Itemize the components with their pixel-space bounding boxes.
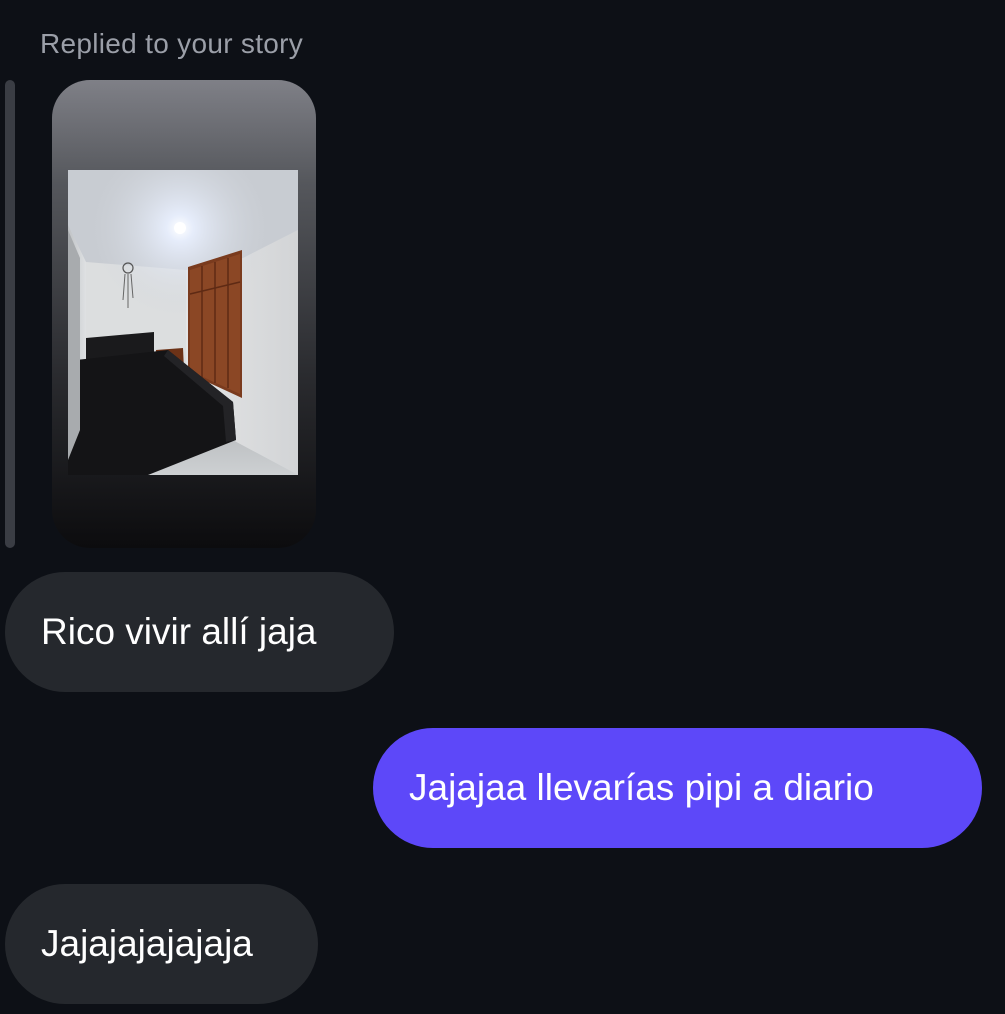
incoming-message-bubble[interactable]: Rico vivir allí jaja [5,572,394,692]
message-text: Jajajaa llevarías pipi a diario [409,767,874,808]
story-reply-card[interactable] [52,80,316,548]
replied-to-story-label: Replied to your story [40,28,304,59]
outgoing-message-bubble[interactable]: Jajajaa llevarías pipi a diario [373,728,982,848]
incoming-message-bubble[interactable]: Jajajajajajaja [5,884,318,1004]
message-text: Rico vivir allí jaja [41,611,317,652]
reply-indicator-bar [5,80,15,548]
bedroom-illustration [68,170,298,475]
message-text: Jajajajajajaja [41,923,253,964]
chat-thread: Replied to your story Rico vivir allí ja… [0,0,1005,1014]
story-photo [68,170,298,475]
